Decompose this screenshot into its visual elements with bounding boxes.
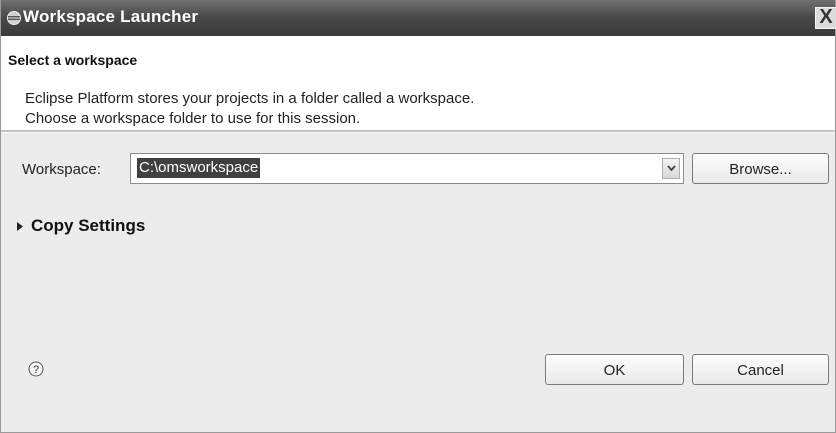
close-icon: X — [819, 6, 833, 28]
workspace-input[interactable]: C:\omsworkspace — [137, 158, 261, 178]
banner-title: Select a workspace — [8, 52, 138, 68]
cancel-button[interactable]: Cancel — [692, 354, 829, 385]
svg-text:?: ? — [33, 364, 39, 376]
banner-message-line1: Eclipse Platform stores your projects in… — [25, 90, 475, 107]
workspace-dropdown-button[interactable] — [662, 158, 680, 179]
banner-message-line2: Choose a workspace folder to use for thi… — [25, 110, 361, 127]
window-title: Workspace Launcher — [23, 7, 199, 26]
workspace-label: Workspace: — [22, 161, 101, 178]
browse-button[interactable]: Browse... — [692, 153, 829, 184]
copy-settings-toggle[interactable]: Copy Settings — [17, 216, 145, 236]
ok-button[interactable]: OK — [545, 354, 684, 385]
chevron-down-icon — [667, 165, 676, 172]
workspace-combo[interactable]: C:\omsworkspace — [130, 153, 684, 184]
eclipse-logo-icon — [7, 11, 21, 25]
workspace-launcher-dialog: Workspace Launcher X Select a workspace … — [0, 0, 836, 433]
title-bar[interactable]: Workspace Launcher X — [1, 0, 836, 36]
close-button[interactable]: X — [815, 7, 836, 29]
triangle-right-icon — [17, 222, 23, 231]
divider — [1, 130, 835, 133]
title-area: Select a workspace Eclipse Platform stor… — [1, 36, 835, 130]
copy-settings-label: Copy Settings — [31, 216, 146, 235]
help-icon[interactable]: ? — [28, 361, 44, 377]
